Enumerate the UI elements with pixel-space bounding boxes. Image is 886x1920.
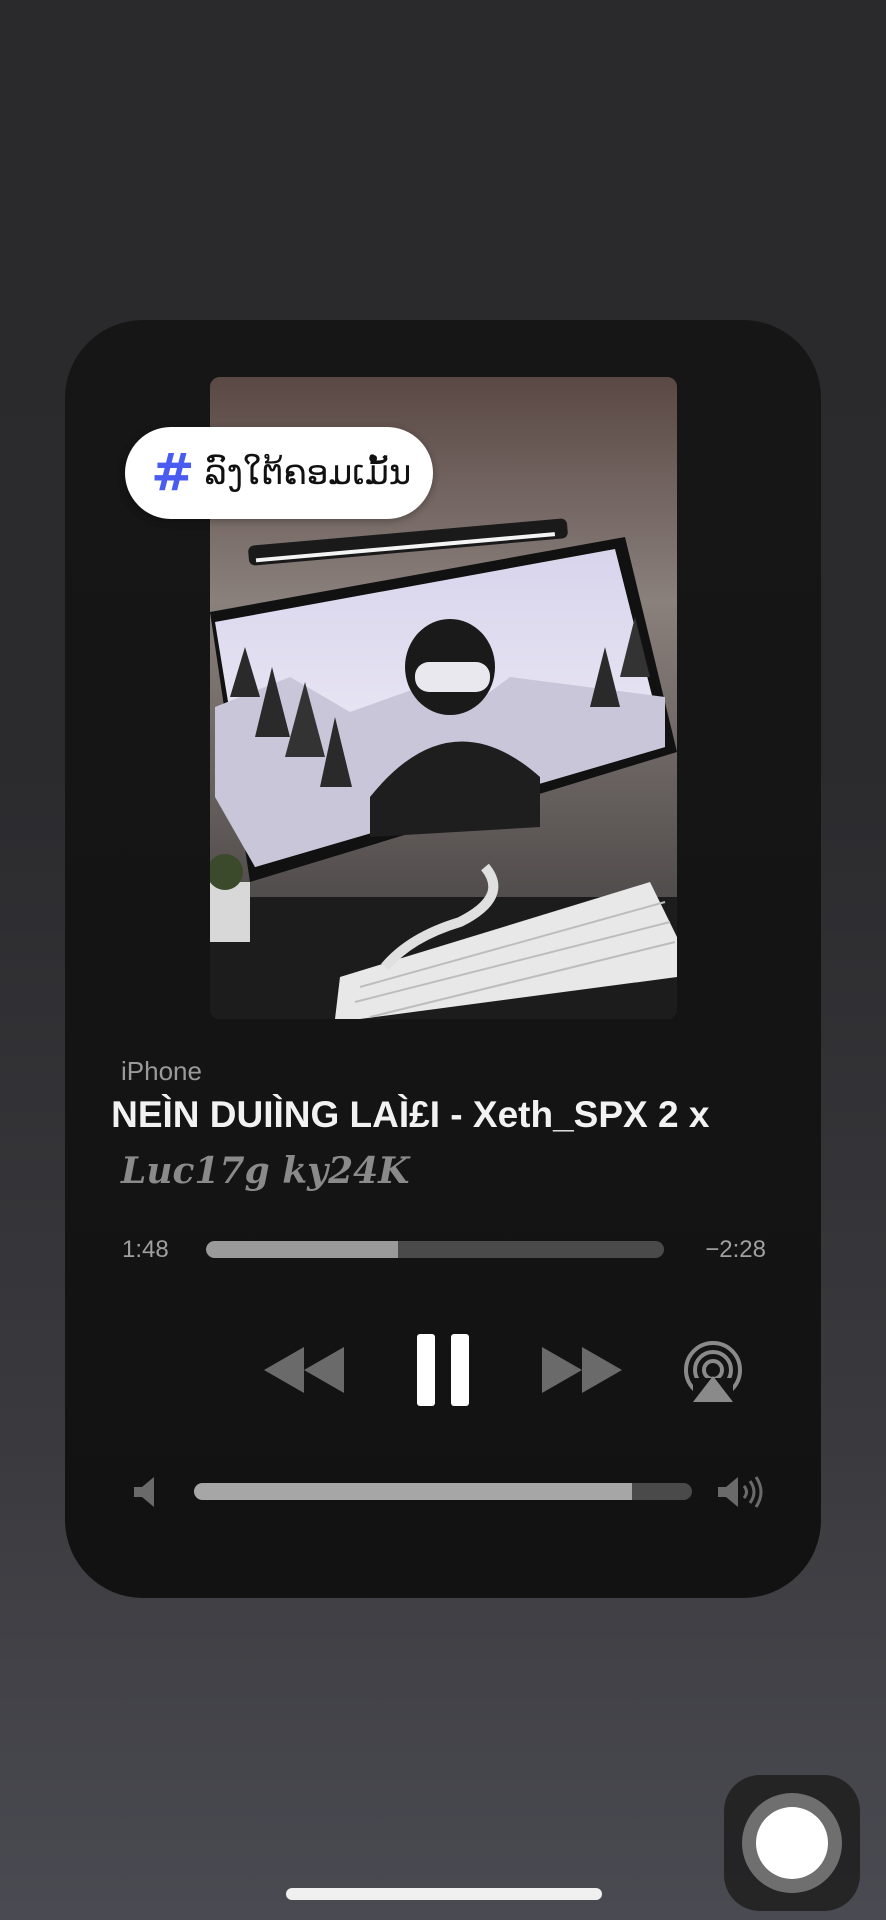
fast-forward-button[interactable]	[540, 1340, 622, 1400]
assistive-touch-core	[756, 1807, 828, 1879]
airplay-button[interactable]	[680, 1338, 746, 1406]
volume-max-icon-wrap	[717, 1474, 767, 1510]
song-title: M NEÌN DUIÌNG LAÌ£I - Xeth_SPX 2 x	[110, 1094, 710, 1135]
fast-forward-icon	[542, 1347, 622, 1393]
assistive-touch-button[interactable]	[724, 1775, 860, 1911]
playback-scrubber[interactable]	[206, 1241, 664, 1258]
remaining-time: −2:28	[705, 1236, 766, 1263]
volume-min-icon-wrap	[130, 1475, 160, 1509]
artist-name: Luc17g ky24K	[121, 1150, 410, 1192]
output-device-label: iPhone	[121, 1056, 202, 1086]
hashtag-icon: #	[151, 443, 195, 503]
airplay-audio-icon	[684, 1341, 742, 1404]
song-title-marquee: M NEÌN DUIÌNG LAÌ£I - Xeth_SPX 2 x	[110, 1090, 775, 1150]
screen: # ລົງໃຕ້ຄອມເມັ້ນ iPhone M NEÌN DUIÌNG LA…	[0, 0, 886, 1920]
volume-level	[194, 1483, 633, 1500]
home-indicator[interactable]	[286, 1888, 602, 1900]
rewind-button[interactable]	[264, 1340, 346, 1400]
hashtag-label: ລົງໃຕ້ຄອມເມັ້ນ	[204, 453, 412, 493]
playback-progress	[206, 1241, 399, 1258]
speaker-low-icon	[134, 1477, 154, 1507]
elapsed-time: 1:48	[122, 1236, 169, 1263]
pause-icon	[417, 1334, 469, 1406]
rewind-icon	[264, 1347, 344, 1393]
volume-slider[interactable]	[194, 1483, 692, 1500]
hashtag-sticker[interactable]: # ລົງໃຕ້ຄອມເມັ້ນ	[125, 427, 434, 519]
speaker-high-icon	[718, 1476, 763, 1508]
assistive-touch-icon	[742, 1793, 842, 1893]
pause-button[interactable]	[412, 1332, 474, 1408]
